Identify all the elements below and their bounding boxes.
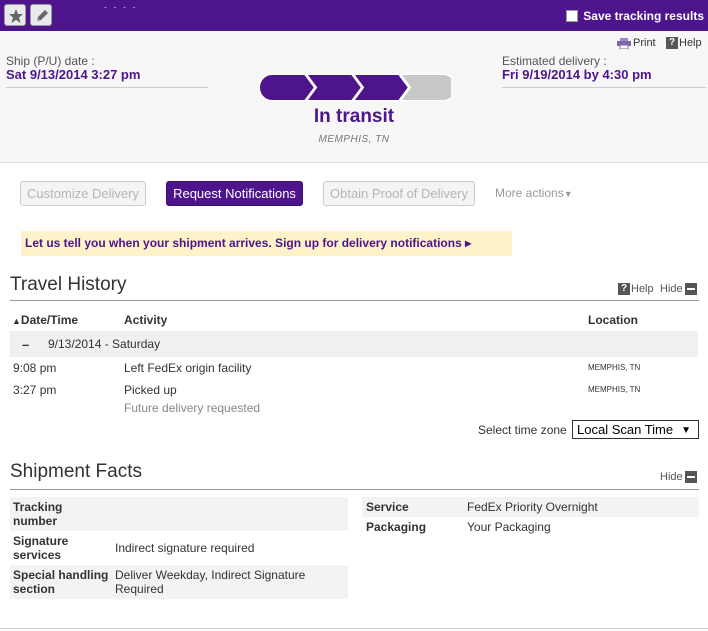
fact-label: Packaging bbox=[366, 520, 427, 534]
notification-banner-text[interactable]: Let us tell you when your shipment arriv… bbox=[25, 236, 471, 250]
customize-delivery-button[interactable]: Customize Delivery bbox=[20, 181, 146, 206]
top-bar: - - - - Save tracking results bbox=[0, 0, 708, 31]
event-note: Future delivery requested bbox=[124, 401, 261, 415]
divider bbox=[502, 87, 706, 88]
fact-value: FedEx Priority Overnight bbox=[467, 500, 598, 514]
more-actions-label: More actions bbox=[495, 186, 564, 200]
fact-value: Deliver Weekday, Indirect Signature Requ… bbox=[115, 568, 306, 596]
divider bbox=[0, 628, 708, 629]
fact-value: Indirect signature required bbox=[115, 541, 255, 555]
more-actions-dropdown[interactable]: More actions▼ bbox=[495, 186, 573, 200]
divider bbox=[6, 87, 208, 88]
date-group-label: 9/13/2014 - Saturday bbox=[48, 337, 161, 351]
date-time-header[interactable]: ▲Date/Time bbox=[12, 313, 78, 327]
time-zone-value: Local Scan Time bbox=[577, 422, 674, 437]
help-link[interactable]: ? Help bbox=[666, 37, 702, 49]
travel-history-title: Travel History bbox=[10, 274, 127, 295]
progress-bar bbox=[259, 74, 451, 101]
facts-hide-link[interactable]: Hide bbox=[660, 471, 697, 483]
ship-date-value: Sat 9/13/2014 3:27 pm bbox=[6, 67, 141, 82]
edit-button[interactable] bbox=[30, 4, 52, 26]
progress-step-complete bbox=[259, 74, 317, 101]
time-zone-label: Select time zone bbox=[478, 423, 567, 437]
event-time: 3:27 pm bbox=[13, 383, 57, 397]
time-zone-select[interactable]: Local Scan Time ▼ bbox=[572, 420, 699, 439]
estimated-delivery-value: Fri 9/19/2014 by 4:30 pm bbox=[502, 67, 652, 82]
event-time: 9:08 pm bbox=[13, 361, 57, 375]
star-icon bbox=[9, 9, 23, 23]
save-tracking-toggle[interactable]: Save tracking results bbox=[566, 9, 704, 23]
fact-label: Tracking number bbox=[13, 500, 63, 528]
event-activity: Picked up bbox=[124, 383, 177, 397]
fact-label: Special handling section bbox=[13, 568, 109, 596]
dropdown-arrow-icon: ▼ bbox=[681, 425, 691, 436]
location-header: Location bbox=[588, 313, 638, 327]
shipment-summary: Print ? Help Ship (P/U) date : Sat 9/13/… bbox=[0, 31, 708, 163]
fact-label: Service bbox=[366, 500, 409, 514]
favorite-button[interactable] bbox=[4, 4, 26, 26]
save-tracking-checkbox[interactable] bbox=[566, 10, 579, 22]
shipment-facts-title: Shipment Facts bbox=[10, 461, 142, 482]
collapse-icon bbox=[684, 283, 697, 295]
title-placeholder: - - - - bbox=[104, 2, 138, 12]
activity-header: Activity bbox=[124, 313, 168, 327]
travel-hide-link[interactable]: Hide bbox=[660, 283, 697, 295]
help-label: Help bbox=[679, 37, 702, 49]
fact-value: Your Packaging bbox=[467, 520, 551, 534]
print-label: Print bbox=[633, 37, 656, 49]
save-tracking-label: Save tracking results bbox=[583, 9, 704, 23]
status-location: MEMPHIS, TN bbox=[318, 134, 390, 145]
help-icon: ? bbox=[618, 283, 630, 295]
print-link[interactable]: Print bbox=[617, 37, 656, 49]
ship-date-label: Ship (P/U) date : bbox=[6, 54, 95, 68]
obtain-proof-button[interactable]: Obtain Proof of Delivery bbox=[323, 181, 475, 206]
triangle-down-icon: ▼ bbox=[563, 189, 573, 199]
help-label: Help bbox=[631, 283, 654, 295]
pencil-icon bbox=[37, 10, 48, 21]
section-divider bbox=[10, 300, 699, 301]
hide-label: Hide bbox=[660, 471, 683, 483]
date-time-header-label: Date/Time bbox=[20, 313, 79, 327]
sort-ascending-icon: ▲ bbox=[12, 316, 21, 326]
notification-banner[interactable]: Let us tell you when your shipment arriv… bbox=[21, 231, 512, 256]
section-divider bbox=[10, 489, 699, 490]
printer-icon bbox=[617, 37, 631, 49]
travel-help-link[interactable]: ? Help bbox=[618, 283, 654, 295]
estimated-delivery-label: Estimated delivery : bbox=[502, 54, 607, 68]
help-icon: ? bbox=[666, 37, 678, 49]
request-notifications-button[interactable]: Request Notifications bbox=[166, 181, 303, 206]
hide-label: Hide bbox=[660, 283, 683, 295]
date-group-row[interactable]: – 9/13/2014 - Saturday bbox=[10, 331, 698, 357]
event-location: MEMPHIS, TN bbox=[588, 363, 641, 372]
event-location: MEMPHIS, TN bbox=[588, 385, 641, 394]
event-activity: Left FedEx origin facility bbox=[124, 361, 252, 375]
fact-label: Signature services bbox=[13, 534, 69, 562]
status-text: In transit bbox=[313, 106, 395, 127]
collapse-icon bbox=[684, 471, 697, 483]
collapse-toggle-icon[interactable]: – bbox=[22, 337, 29, 352]
